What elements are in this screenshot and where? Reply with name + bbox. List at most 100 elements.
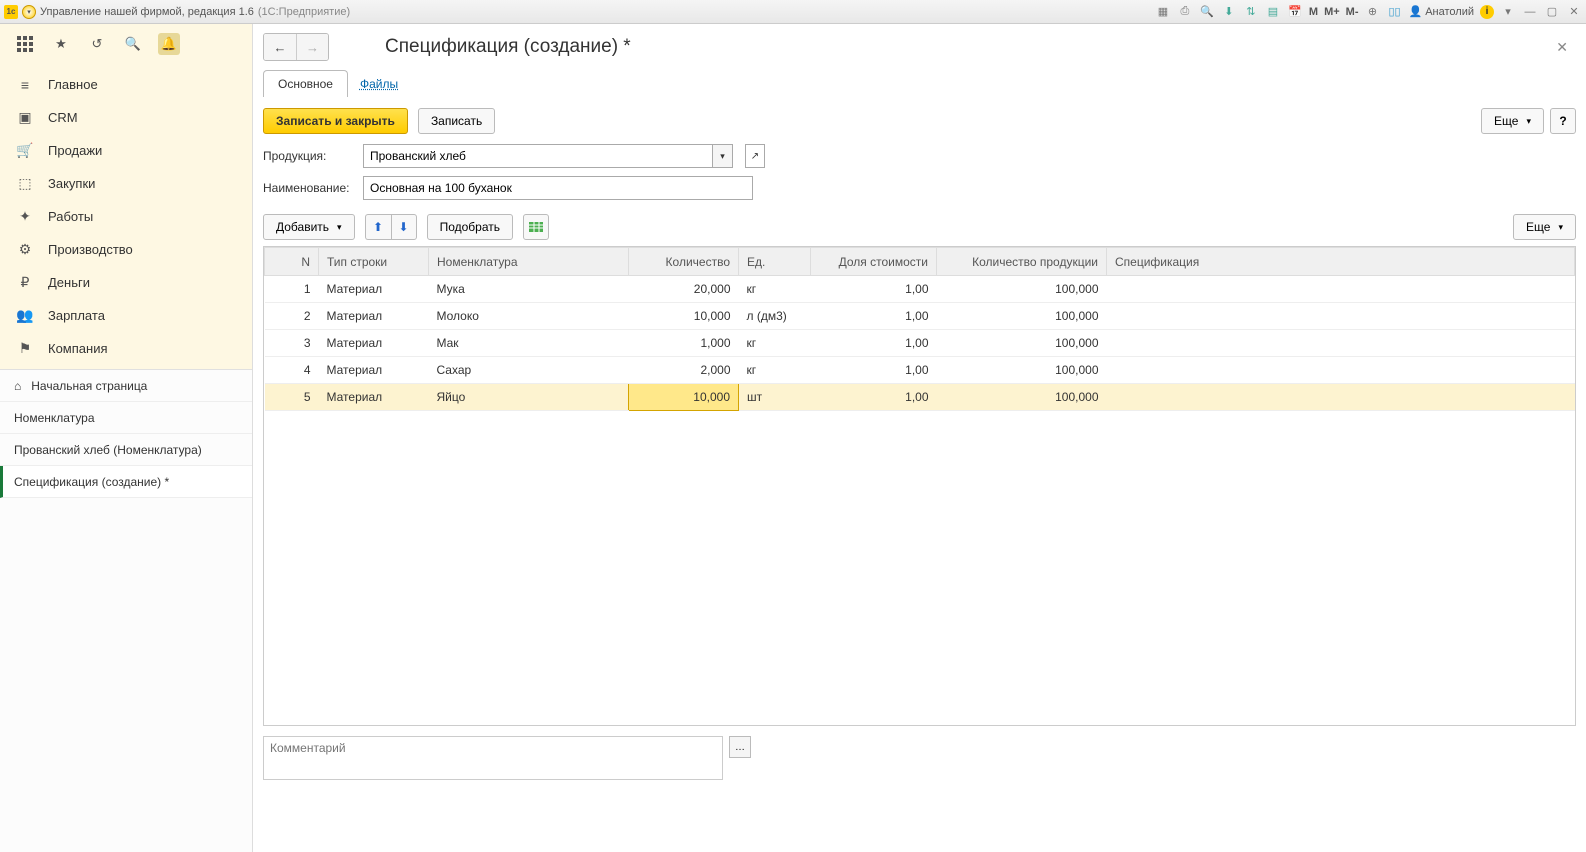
cell-nom[interactable]: Мак	[429, 330, 629, 357]
dropdown-icon[interactable]: ▾	[1500, 4, 1516, 20]
cell-spec[interactable]	[1107, 330, 1575, 357]
app-menu-dropdown[interactable]: ▾	[22, 5, 36, 19]
cell-qty[interactable]: 10,000	[629, 384, 739, 411]
sidebar-item-0[interactable]: ≡Главное	[0, 68, 252, 101]
search-tb-icon[interactable]: 🔍	[1199, 4, 1215, 20]
open-window-1[interactable]: Номенклатура	[0, 402, 252, 434]
cell-qty[interactable]: 10,000	[629, 303, 739, 330]
tab-main[interactable]: Основное	[263, 70, 348, 97]
mem-mplus-icon[interactable]: M+	[1324, 6, 1340, 18]
pick-button[interactable]: Подобрать	[427, 214, 513, 240]
cell-unit[interactable]: кг	[739, 276, 811, 303]
cell-n[interactable]: 5	[265, 384, 319, 411]
nav-back-button[interactable]: ←	[264, 34, 296, 60]
product-input[interactable]	[363, 144, 713, 168]
info-icon[interactable]: i	[1480, 5, 1494, 19]
cell-qty[interactable]: 1,000	[629, 330, 739, 357]
cell-spec[interactable]	[1107, 384, 1575, 411]
print-icon[interactable]: ⎙	[1177, 4, 1193, 20]
cell-share[interactable]: 1,00	[811, 384, 937, 411]
table-row[interactable]: 1МатериалМука20,000кг1,00100,000	[265, 276, 1575, 303]
cell-unit[interactable]: кг	[739, 330, 811, 357]
sidebar-item-5[interactable]: ⚙Производство	[0, 233, 252, 266]
more-button[interactable]: Еще	[1481, 108, 1544, 134]
cell-pqty[interactable]: 100,000	[937, 384, 1107, 411]
cell-spec[interactable]	[1107, 276, 1575, 303]
cell-unit[interactable]: шт	[739, 384, 811, 411]
cell-type[interactable]: Материал	[319, 330, 429, 357]
close-page-button[interactable]: ✕	[1548, 35, 1576, 60]
cell-nom[interactable]: Сахар	[429, 357, 629, 384]
cell-share[interactable]: 1,00	[811, 303, 937, 330]
product-open-button[interactable]: ↗	[745, 144, 765, 168]
open-window-2[interactable]: Прованский хлеб (Номенклатура)	[0, 434, 252, 466]
cell-pqty[interactable]: 100,000	[937, 330, 1107, 357]
cell-qty[interactable]: 2,000	[629, 357, 739, 384]
calendar-icon[interactable]: 📅	[1287, 4, 1303, 20]
save-button[interactable]: Записать	[418, 108, 495, 134]
cell-type[interactable]: Материал	[319, 303, 429, 330]
col-row-type[interactable]: Тип строки	[319, 248, 429, 276]
star-icon[interactable]: ★	[50, 33, 72, 55]
sidebar-item-2[interactable]: 🛒Продажи	[0, 134, 252, 167]
cell-n[interactable]: 3	[265, 330, 319, 357]
cell-qty[interactable]: 20,000	[629, 276, 739, 303]
mem-m-icon[interactable]: M	[1309, 6, 1318, 18]
cell-share[interactable]: 1,00	[811, 357, 937, 384]
table-row[interactable]: 4МатериалСахар2,000кг1,00100,000	[265, 357, 1575, 384]
cell-share[interactable]: 1,00	[811, 330, 937, 357]
cell-nom[interactable]: Молоко	[429, 303, 629, 330]
cell-type[interactable]: Материал	[319, 276, 429, 303]
apps-icon[interactable]	[14, 33, 36, 55]
toolbar-icon[interactable]: ▦	[1155, 4, 1171, 20]
grid-icon[interactable]: ▤	[1265, 4, 1281, 20]
table-settings-button[interactable]	[523, 214, 549, 240]
mem-mminus-icon[interactable]: M-	[1346, 6, 1359, 18]
cell-type[interactable]: Материал	[319, 357, 429, 384]
col-spec[interactable]: Спецификация	[1107, 248, 1575, 276]
move-down-button[interactable]: ⬇	[391, 214, 417, 240]
sidebar-item-6[interactable]: ₽Деньги	[0, 266, 252, 299]
cell-nom[interactable]: Яйцо	[429, 384, 629, 411]
nav-forward-button[interactable]: →	[296, 34, 328, 60]
col-n[interactable]: N	[265, 248, 319, 276]
sidebar-item-8[interactable]: ⚑Компания	[0, 332, 252, 365]
cell-unit[interactable]: л (дм3)	[739, 303, 811, 330]
sidebar-item-3[interactable]: ⬚Закупки	[0, 167, 252, 200]
cell-share[interactable]: 1,00	[811, 276, 937, 303]
close-window-icon[interactable]: ✕	[1566, 4, 1582, 20]
table-row[interactable]: 3МатериалМак1,000кг1,00100,000	[265, 330, 1575, 357]
product-dropdown-button[interactable]: ▾	[713, 144, 733, 168]
sidebar-item-4[interactable]: ✦Работы	[0, 200, 252, 233]
history-icon[interactable]: ↺	[86, 33, 108, 55]
col-cost-share[interactable]: Доля стоимости	[811, 248, 937, 276]
comment-input[interactable]	[263, 736, 723, 780]
cell-nom[interactable]: Мука	[429, 276, 629, 303]
cell-pqty[interactable]: 100,000	[937, 357, 1107, 384]
link-icon[interactable]: ⬇	[1221, 4, 1237, 20]
sidebar-item-7[interactable]: 👥Зарплата	[0, 299, 252, 332]
cell-unit[interactable]: кг	[739, 357, 811, 384]
bell-icon[interactable]: 🔔	[158, 33, 180, 55]
col-prod-qty[interactable]: Количество продукции	[937, 248, 1107, 276]
table-row[interactable]: 2МатериалМолоко10,000л (дм3)1,00100,000	[265, 303, 1575, 330]
cell-pqty[interactable]: 100,000	[937, 276, 1107, 303]
user-menu[interactable]: 👤 Анатолий	[1409, 5, 1475, 18]
zoom-icon[interactable]: ⊕	[1365, 4, 1381, 20]
maximize-icon[interactable]: ▢	[1544, 4, 1560, 20]
panes-icon[interactable]: ▯▯	[1387, 4, 1403, 20]
search-icon[interactable]: 🔍	[122, 33, 144, 55]
minimize-icon[interactable]: —	[1522, 4, 1538, 20]
cell-n[interactable]: 4	[265, 357, 319, 384]
table-row[interactable]: 5МатериалЯйцо10,000шт1,00100,000	[265, 384, 1575, 411]
col-qty[interactable]: Количество	[629, 248, 739, 276]
cell-spec[interactable]	[1107, 303, 1575, 330]
tab-files[interactable]: Файлы	[350, 71, 412, 97]
help-button[interactable]: ?	[1550, 108, 1576, 134]
open-window-3[interactable]: Спецификация (создание) *	[0, 466, 252, 498]
col-nomenclature[interactable]: Номенклатура	[429, 248, 629, 276]
move-up-button[interactable]: ⬆	[365, 214, 391, 240]
cell-n[interactable]: 1	[265, 276, 319, 303]
cell-n[interactable]: 2	[265, 303, 319, 330]
save-close-button[interactable]: Записать и закрыть	[263, 108, 408, 134]
